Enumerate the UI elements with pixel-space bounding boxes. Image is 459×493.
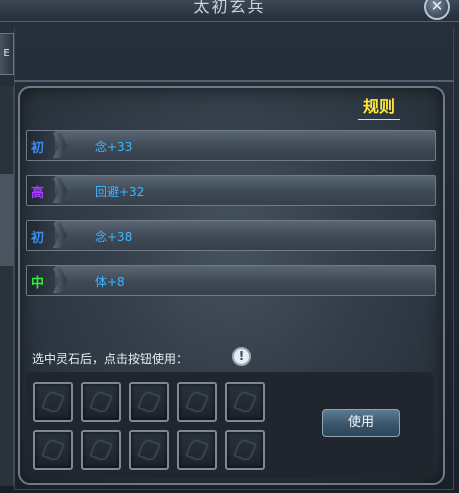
chevron-right-icon (53, 268, 67, 293)
rules-link[interactable]: 规则 (358, 96, 400, 120)
close-button[interactable]: ✕ (424, 0, 450, 20)
game-dialog: 太初玄兵 ✕ E 规则 初念+33 高回避+32 初念+38 中体+8 选中灵石后，点… (0, 0, 459, 493)
side-tab[interactable]: E (0, 33, 14, 75)
attribute-row: 初 念+38 (26, 220, 436, 251)
stone-slot-icon (137, 389, 161, 415)
stone-slot-icon (89, 437, 113, 463)
chevron-right-icon (53, 133, 67, 158)
stat-value: 念+33 (95, 140, 133, 154)
chevron-right-icon (53, 178, 67, 203)
stone-slot-icon (89, 389, 113, 415)
chevron-right-icon (53, 223, 67, 248)
stone-slot[interactable] (129, 382, 169, 422)
grade-label: 初 (31, 141, 45, 156)
stone-slot[interactable] (33, 430, 73, 470)
stone-slot-icon (185, 437, 209, 463)
stat-value: 念+38 (95, 230, 133, 244)
stone-slot-icon (185, 389, 209, 415)
stone-slot[interactable] (33, 382, 73, 422)
grade-label: 初 (31, 231, 45, 246)
grade-label: 高 (31, 186, 45, 201)
stone-slot[interactable] (225, 430, 265, 470)
stone-slot[interactable] (177, 382, 217, 422)
stone-slot-icon (233, 437, 257, 463)
attribute-row: 初 念+33 (26, 130, 436, 161)
usage-hint: 选中灵石后，点击按钮使用： (32, 352, 189, 366)
stone-slot-icon (137, 437, 161, 463)
use-button[interactable]: 使用 (322, 409, 400, 437)
stone-slot-icon (233, 389, 257, 415)
stone-slot[interactable] (81, 382, 121, 422)
stat-value: 回避+32 (95, 185, 145, 199)
stone-slot-icon (41, 389, 65, 415)
grade-label: 中 (31, 276, 45, 291)
stone-slot[interactable] (81, 430, 121, 470)
stone-slot[interactable] (177, 430, 217, 470)
title-bar: 太初玄兵 ✕ (0, 0, 459, 22)
attribute-row: 中 体+8 (26, 265, 436, 296)
close-icon: ✕ (430, 0, 444, 15)
stone-slot[interactable] (225, 382, 265, 422)
stat-value: 体+8 (95, 275, 125, 289)
side-strip-highlight (0, 174, 14, 266)
dialog-title: 太初玄兵 (193, 0, 266, 16)
attribute-row: 高 回避+32 (26, 175, 436, 206)
divider (14, 80, 454, 82)
stone-slot-icon (41, 437, 65, 463)
info-icon[interactable]: ! (232, 347, 251, 366)
side-strip (0, 86, 14, 486)
stone-slot[interactable] (129, 430, 169, 470)
